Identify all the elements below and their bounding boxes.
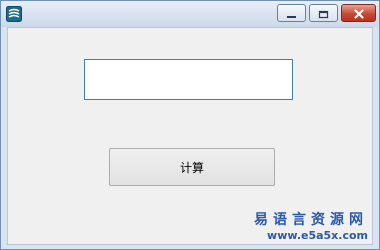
watermark-url: www.e5a5x.com [267,229,368,242]
title-bar[interactable] [1,1,379,27]
close-icon [353,4,364,23]
client-area: 计算 易语言资源网 www.e5a5x.com [7,27,373,245]
calculate-button-label: 计算 [179,160,204,175]
app-logo-icon[interactable] [6,6,22,22]
app-window: 计算 易语言资源网 www.e5a5x.com [0,0,380,250]
watermark: 易语言资源网 www.e5a5x.com [254,213,368,241]
minimize-button[interactable] [277,4,306,22]
watermark-text: 易语言资源网 [254,212,368,228]
value-input[interactable] [84,59,293,100]
maximize-button[interactable] [309,4,338,22]
close-button[interactable] [341,4,376,22]
calculate-button[interactable]: 计算 [109,148,275,186]
minimize-icon [286,4,297,23]
maximize-icon [318,4,329,23]
